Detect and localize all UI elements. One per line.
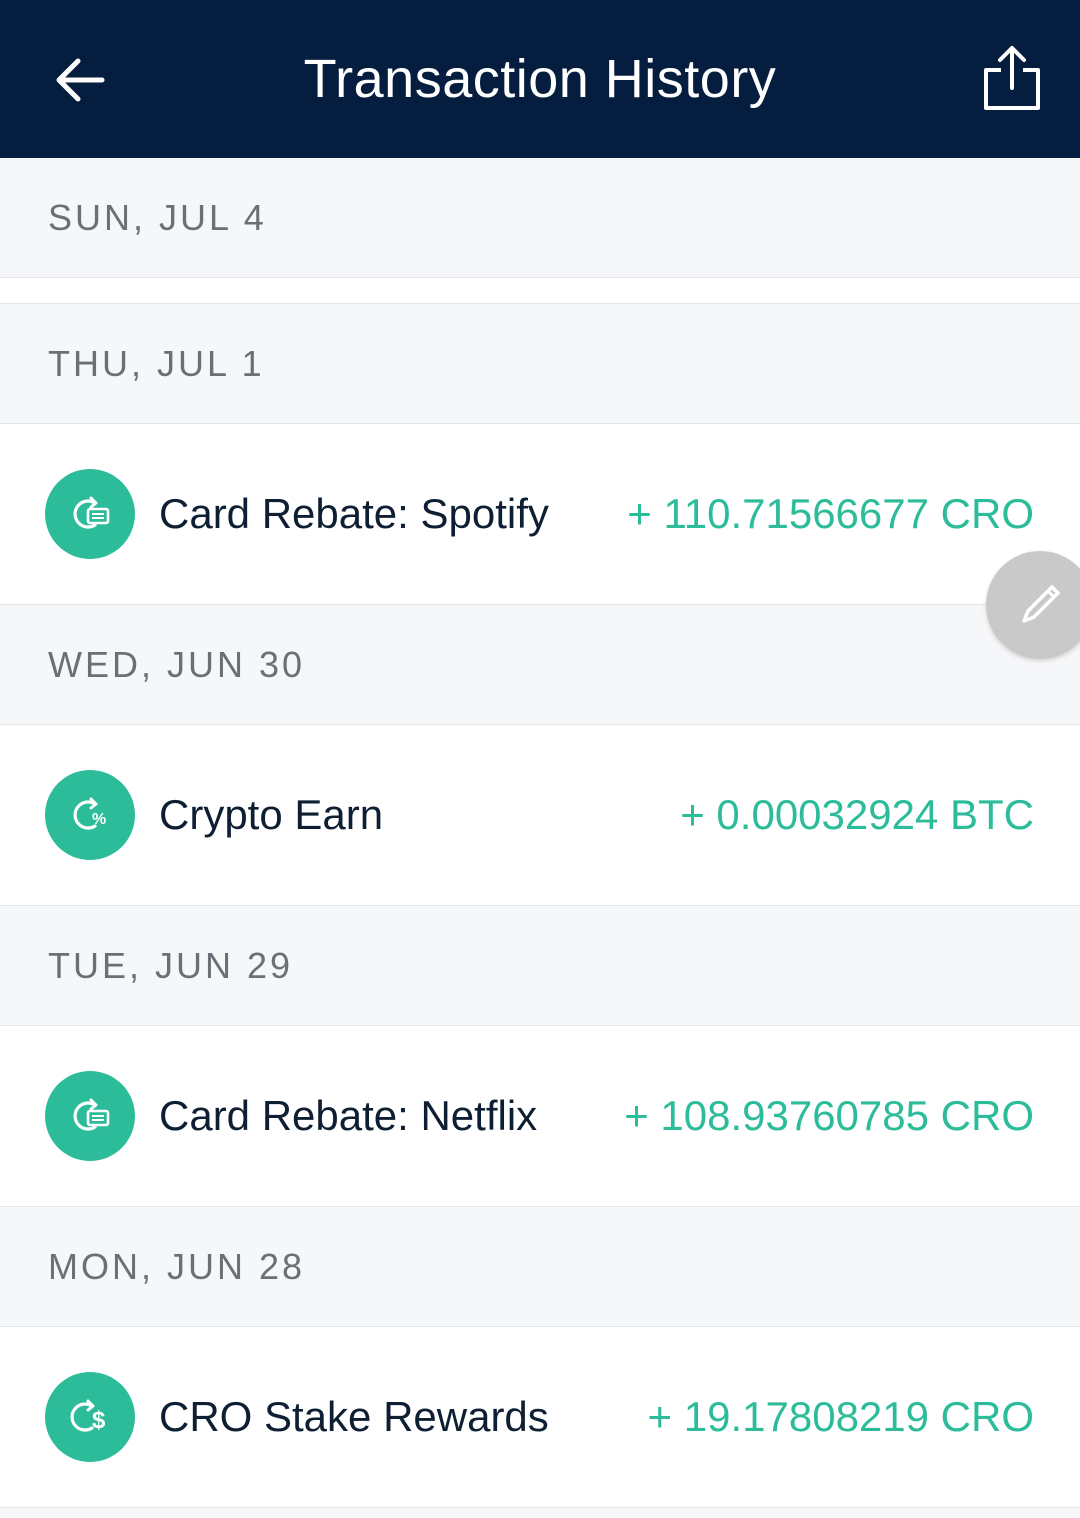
transaction-label: Card Rebate: Spotify [159, 490, 549, 537]
card-rebate-icon [45, 1071, 135, 1161]
transaction-row[interactable]: $ CRO Stake Rewards + 19.17808219 CRO [0, 1327, 1080, 1508]
app-header: Transaction History [0, 0, 1080, 158]
crypto-earn-icon: % [45, 770, 135, 860]
page-title: Transaction History [303, 49, 777, 109]
stake-rewards-icon: $ [45, 1372, 135, 1462]
date-header: SUN, JUL 4 [0, 158, 1080, 278]
transaction-amount: + 110.71566677 CRO [627, 490, 1034, 537]
share-button[interactable] [976, 40, 1048, 116]
transaction-label: CRO Stake Rewards [159, 1393, 549, 1440]
date-header: MON, JUN 28 [0, 1207, 1080, 1327]
transaction-row[interactable]: Card Rebate: Spotify + 110.71566677 CRO [0, 424, 1080, 605]
transaction-amount: + 19.17808219 CRO [647, 1393, 1034, 1440]
empty-group-spacer [0, 278, 1080, 304]
card-rebate-icon [45, 469, 135, 559]
transaction-amount: + 0.00032924 BTC [680, 791, 1034, 838]
svg-text:$: $ [92, 1407, 106, 1434]
date-header: THU, JUL 1 [0, 304, 1080, 424]
transaction-amount: + 108.93760785 CRO [624, 1092, 1034, 1139]
date-header: WED, JUN 30 [0, 605, 1080, 725]
transaction-list: SUN, JUL 4 THU, JUL 1 Card Rebate: Spoti… [0, 158, 1080, 1508]
svg-text:%: % [92, 811, 106, 828]
transaction-row[interactable]: % Crypto Earn + 0.00032924 BTC [0, 725, 1080, 906]
transaction-label: Card Rebate: Netflix [159, 1092, 538, 1139]
transaction-label: Crypto Earn [159, 791, 384, 838]
pencil-edit-icon [1022, 585, 1060, 623]
transaction-row[interactable]: Card Rebate: Netflix + 108.93760785 CRO [0, 1026, 1080, 1207]
date-header: TUE, JUN 29 [0, 906, 1080, 1026]
share-export-icon [984, 46, 1040, 110]
